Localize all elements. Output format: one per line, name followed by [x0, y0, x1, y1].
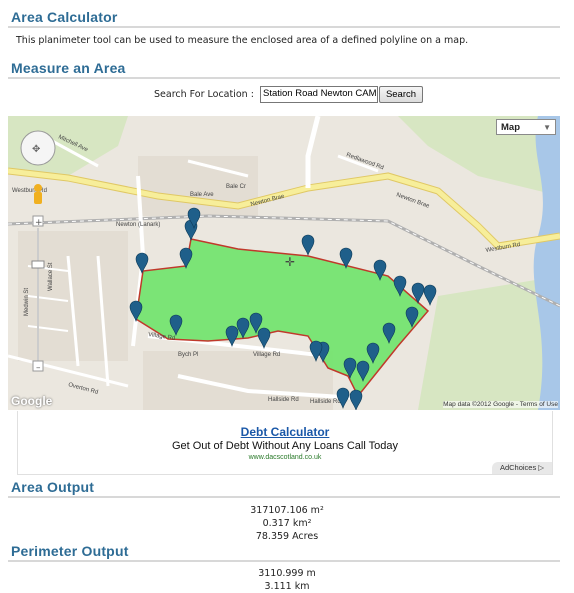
map-label: Medwin St [24, 288, 30, 316]
area-acres-value: 78.359 Acres [255, 531, 319, 542]
vertex-marker-icon[interactable] [301, 234, 315, 256]
ad-url[interactable]: www.dacscotland.co.uk [18, 454, 552, 461]
map-attribution[interactable]: Map data ©2012 Google - Terms of Use [443, 401, 558, 408]
perimeter-m-value: 3110.999 m [258, 568, 316, 579]
svg-text:✛: ✛ [285, 255, 295, 269]
map-type-label: Map [501, 122, 520, 133]
map-label: Hallside Rd [268, 397, 299, 403]
map-label: Bale Ave [190, 192, 214, 198]
tool-description: This planimeter tool can be used to meas… [16, 35, 469, 46]
perimeter-km-value: 3.111 km [264, 581, 310, 592]
title-rule [8, 26, 560, 28]
map-label: Newton (Lanark) [116, 222, 160, 228]
svg-text:+: + [35, 218, 43, 228]
vertex-marker-icon[interactable] [423, 284, 437, 306]
adchoices-button[interactable]: AdChoices ▷ [492, 462, 552, 474]
search-button[interactable]: Search [379, 86, 423, 103]
vertex-marker-icon[interactable] [349, 389, 363, 410]
svg-text:✥: ✥ [32, 144, 40, 155]
svg-text:–: – [36, 363, 41, 373]
ad-text: Get Out of Debt Without Any Loans Call T… [171, 440, 399, 452]
area-km2-value: 0.317 km² [262, 518, 312, 529]
vertex-marker-icon[interactable] [257, 327, 271, 349]
perimeter-output-title: Perimeter Output [11, 543, 129, 559]
area-calculator-title: Area Calculator [11, 9, 118, 25]
measure-area-title: Measure an Area [11, 60, 126, 76]
area-output-title: Area Output [11, 479, 95, 495]
search-label: Search For Location : [154, 89, 254, 100]
google-logo: Google [11, 394, 53, 408]
map-label: Overton Rd [67, 382, 98, 396]
perimeter-output-rule [8, 560, 560, 562]
chevron-down-icon: ▼ [543, 123, 551, 132]
map-label: Village Rd [253, 352, 280, 358]
map-graphics: ✛ Westburn Rd Westburn Rd Newton Brae Ne… [8, 116, 560, 410]
map-label: Hallside Rd [310, 399, 341, 405]
map-label: Newton Brae [395, 192, 430, 210]
ad-title-link[interactable]: Debt Calculator [18, 425, 552, 439]
map-type-select[interactable]: Map ▼ [496, 119, 556, 135]
area-m2-value: 317107.106 m² [250, 505, 324, 516]
map-label: Wallace St [48, 262, 54, 291]
vertex-marker-icon[interactable] [336, 387, 350, 409]
ad-box[interactable]: Debt Calculator Get Out of Debt Without … [17, 411, 553, 475]
measure-rule [8, 77, 560, 79]
map-canvas[interactable]: ✛ Westburn Rd Westburn Rd Newton Brae Ne… [8, 116, 560, 410]
area-output-rule [8, 496, 560, 498]
map-label: Bych Pl [178, 352, 198, 358]
search-input[interactable]: Station Road Newton CAMBRIDGE [260, 86, 378, 103]
map-label: Bale Cr [226, 184, 246, 190]
